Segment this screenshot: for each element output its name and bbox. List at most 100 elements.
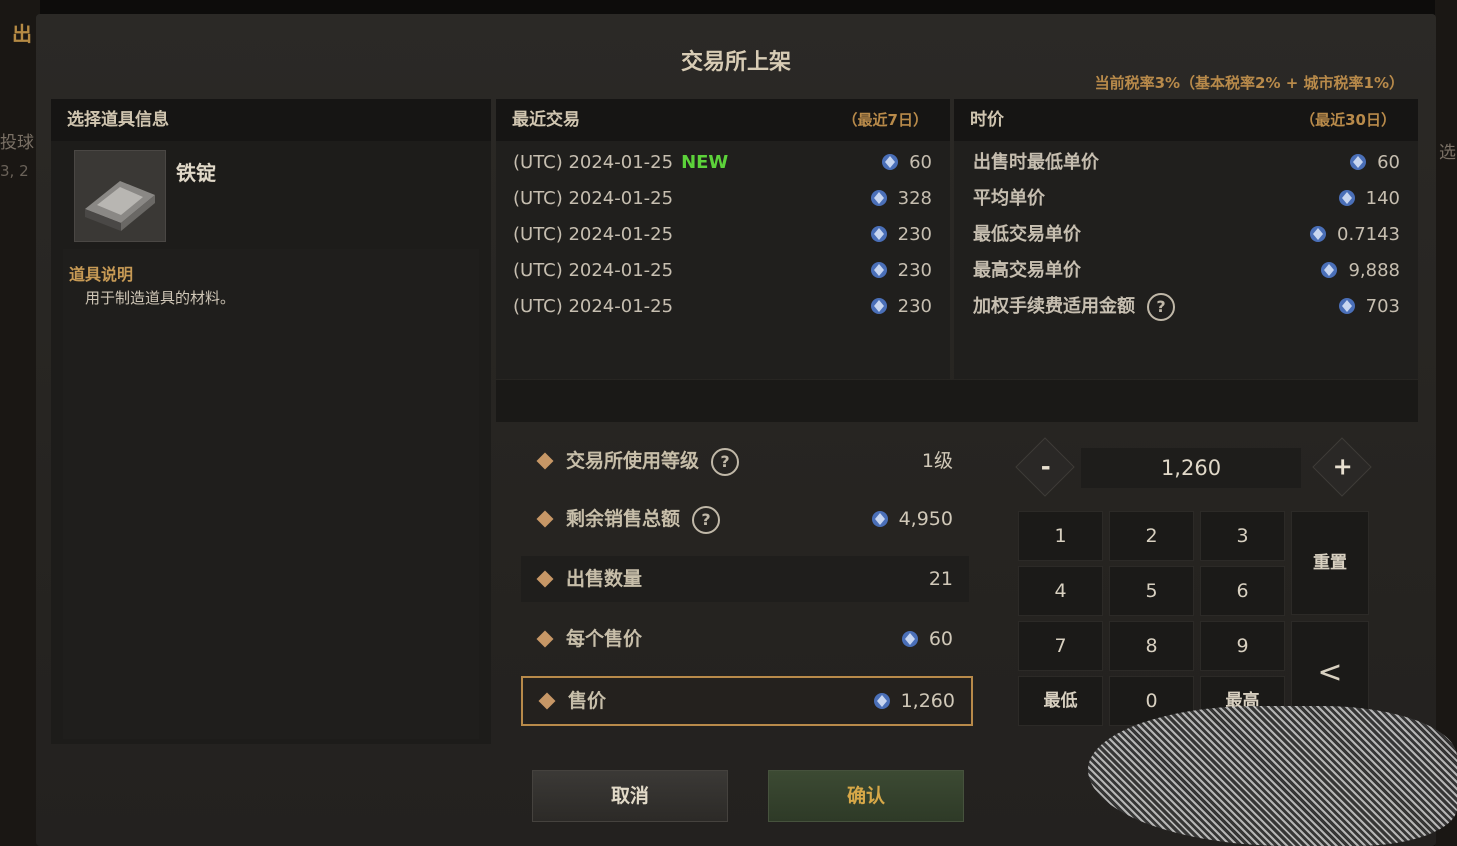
keypad-6[interactable]: 6 [1200,566,1285,616]
divider-strip [496,380,1418,422]
bg-text-1: 投球 [0,133,34,153]
silver-gem-icon [870,190,887,206]
item-description-box: 道具说明 用于制造道具的材料。 [63,249,479,739]
trade-row: (UTC) 2024-01-25 NEW 60 [496,145,950,181]
silver-gem-icon [873,693,890,709]
sell-quantity-value: 21 [928,568,953,590]
exchange-level-row: 交易所使用等级? 1级 [521,438,969,484]
plus-icon: + [1332,452,1353,481]
increment-button[interactable]: + [1312,437,1372,497]
silver-gem-icon [882,154,899,170]
keypad-reset-button[interactable]: 重置 [1291,511,1369,615]
bg-text-2: 3, 2 [0,162,29,180]
quantity-stepper: - 1,260 + [1015,437,1372,497]
keypad-2[interactable]: 2 [1109,511,1194,561]
silver-gem-icon [901,631,918,647]
description-text: 用于制造道具的材料。 [85,289,236,307]
background-right: 选 [1435,0,1457,846]
remaining-sales-row: 剩余销售总额? 4,950 [521,496,969,542]
trade-date: (UTC) 2024-01-25 [513,296,674,317]
confirm-button[interactable]: 确认 [768,770,964,822]
keypad-4[interactable]: 4 [1018,566,1103,616]
remaining-sales-label: 剩余销售总额 [566,508,681,530]
price-value: 703 [1365,296,1400,317]
exchange-level-value: 1级 [921,450,953,472]
item-info-header: 选择道具信息 [51,99,491,141]
market-price-panel: 时价 （最近30日） 出售时最低单价 60 平均单价 140 最低交易单价 0.… [954,99,1418,379]
remaining-sales-value: 4,950 [898,508,953,530]
silver-gem-icon [1338,190,1355,206]
silver-gem-icon [870,262,887,278]
diamond-bullet-icon [536,510,554,528]
tax-note: 当前税率3%（基本税率2% + 城市税率1%） [1094,74,1404,92]
market-price-title: 时价 [970,110,1004,130]
market-price-range: （最近30日） [1300,111,1396,129]
price-label: 最高交易单价 [973,260,1081,281]
recent-trades-header: 最近交易 （最近7日） [496,99,950,141]
stepper-value[interactable]: 1,260 [1081,448,1301,488]
price-row: 出售时最低单价 60 [954,145,1418,181]
silver-gem-icon [1338,298,1355,314]
price-row: 加权手续费适用金额? 703 [954,289,1418,325]
description-title: 道具说明 [69,265,134,284]
keypad-7[interactable]: 7 [1018,621,1103,671]
diamond-bullet-icon [536,570,554,588]
trade-price: 60 [909,152,932,173]
silver-gem-icon [1310,226,1327,242]
trade-price: 230 [897,224,932,245]
bg-title: 出 [12,22,32,46]
minus-icon: - [1040,452,1051,481]
sell-quantity-label: 出售数量 [566,568,643,590]
recent-trades-title: 最近交易 [512,110,580,130]
trade-price: 230 [897,296,932,317]
price-label: 加权手续费适用金额 [973,296,1135,317]
total-price-row[interactable]: 售价 1,260 [521,676,973,726]
price-row: 平均单价 140 [954,181,1418,217]
unit-price-value: 60 [928,628,953,650]
price-value: 9,888 [1348,260,1400,281]
trade-price: 230 [897,260,932,281]
price-label: 出售时最低单价 [973,152,1099,173]
keypad-1[interactable]: 1 [1018,511,1103,561]
silver-gem-icon [1321,262,1338,278]
exchange-level-label: 交易所使用等级 [566,450,700,472]
silver-gem-icon [870,298,887,314]
keypad-5[interactable]: 5 [1109,566,1194,616]
price-row: 最低交易单价 0.7143 [954,217,1418,253]
keypad-9[interactable]: 9 [1200,621,1285,671]
price-value: 60 [1377,152,1400,173]
total-price-value: 1,260 [900,690,955,712]
recent-trades-range: （最近7日） [842,111,928,129]
question-circle-icon[interactable]: ? [692,505,721,534]
question-circle-icon[interactable]: ? [1147,293,1175,321]
trade-price: 328 [897,188,932,209]
trade-row: (UTC) 2024-01-25 328 [496,181,950,217]
keypad-min-button[interactable]: 最低 [1018,676,1103,726]
silver-gem-icon [1350,154,1367,170]
keypad-8[interactable]: 8 [1109,621,1194,671]
price-value: 140 [1365,188,1400,209]
diamond-bullet-icon [536,630,554,648]
iron-ingot-icon[interactable] [74,150,166,242]
unit-price-row[interactable]: 每个售价 60 [521,616,969,662]
keypad-3[interactable]: 3 [1200,511,1285,561]
trade-date: (UTC) 2024-01-25 [513,188,674,209]
decrement-button[interactable]: - [1015,437,1075,497]
question-circle-icon[interactable]: ? [711,447,740,476]
silver-gem-icon [871,511,888,527]
trade-row: (UTC) 2024-01-25 230 [496,253,950,289]
price-value: 0.7143 [1337,224,1400,245]
trade-row: (UTC) 2024-01-25 230 [496,289,950,325]
unit-price-label: 每个售价 [566,628,643,650]
new-badge: NEW [681,152,729,173]
bg-right-text: 选 [1439,143,1456,163]
diamond-bullet-icon [538,692,556,710]
price-label: 最低交易单价 [973,224,1081,245]
trade-row: (UTC) 2024-01-25 230 [496,217,950,253]
sell-quantity-row[interactable]: 出售数量 21 [521,556,969,602]
cancel-button[interactable]: 取消 [532,770,728,822]
item-info-panel: 选择道具信息 铁锭 道具说明 用于制造道具的材料。 [51,99,491,744]
diamond-bullet-icon [536,452,554,470]
background-left: 出 投球 3, 2 [0,0,40,846]
silver-gem-icon [870,226,887,242]
